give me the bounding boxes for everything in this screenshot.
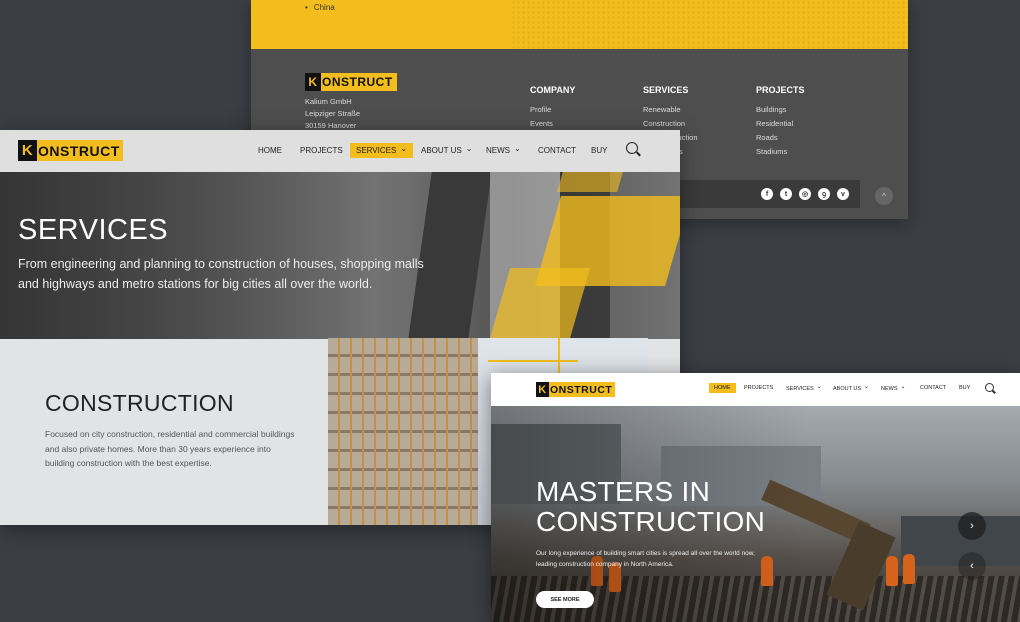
footer-link[interactable]: Residential [756, 117, 805, 131]
nav-contact[interactable]: CONTACT [538, 146, 576, 155]
nav-contact[interactable]: CONTACT [920, 385, 946, 391]
see-more-button[interactable]: SEE MORE [536, 591, 594, 608]
logo-k-icon: K [536, 382, 549, 397]
nav-projects[interactable]: PROJECTS [300, 146, 343, 155]
instagram-icon[interactable]: ◎ [799, 188, 811, 200]
footer-column-company: COMPANY Profile Events [530, 83, 575, 131]
nav-home[interactable]: HOME [709, 383, 736, 393]
nav-buy[interactable]: BUY [591, 146, 607, 155]
footer-link[interactable]: Stadiums [756, 145, 805, 159]
crane [558, 338, 560, 378]
footer-column-projects: PROJECTS Buildings Residential Roads Sta… [756, 83, 805, 159]
yellow-accent-shape [557, 172, 623, 192]
vimeo-icon[interactable]: v [837, 188, 849, 200]
nav-news[interactable]: NEWS [881, 385, 906, 392]
building-scaffold [328, 338, 478, 525]
footer-logo[interactable]: K ONSTRUCT [305, 73, 397, 91]
hero-description: Our long experience of building smart ci… [536, 550, 755, 568]
country-item: China [305, 3, 335, 12]
nav-buy[interactable]: BUY [959, 385, 970, 391]
nav-projects[interactable]: PROJECTS [744, 385, 773, 391]
footer-link[interactable]: Renewable [643, 103, 698, 117]
yellow-banner: China [251, 0, 908, 49]
page-title: SERVICES [18, 214, 169, 246]
footer-link[interactable]: Profile [530, 103, 575, 117]
crane-arm [488, 360, 578, 362]
next-slide-button[interactable]: › [958, 512, 986, 540]
logo-text: ONSTRUCT [550, 383, 613, 396]
hero-title-line: CONSTRUCTION [536, 506, 766, 537]
logo-text: ONSTRUCT [38, 142, 120, 159]
footer-link[interactable]: Events [530, 117, 575, 131]
nav-about-us[interactable]: ABOUT US [833, 385, 869, 392]
nav-about-us[interactable]: ABOUT US [421, 146, 472, 155]
footer-link[interactable]: Construction [643, 117, 698, 131]
footer-heading: PROJECTS [756, 85, 805, 95]
footer-heading: COMPANY [530, 85, 576, 95]
back-to-top-button[interactable]: ^ [875, 187, 893, 205]
address-line: Leipziger Straße [305, 109, 361, 118]
footer-link[interactable]: Buildings [756, 103, 805, 117]
home-window: K ONSTRUCT HOME PROJECTS SERVICES ABOUT … [491, 373, 1020, 622]
logo-k-icon: K [305, 73, 321, 91]
twitter-icon[interactable]: t [780, 188, 792, 200]
search-icon[interactable] [985, 383, 994, 392]
foursquare-icon[interactable]: ꝯ [818, 188, 830, 200]
nav-news[interactable]: NEWS [486, 146, 521, 155]
section-title: CONSTRUCTION [45, 390, 234, 416]
address-line: Kalium GmbH [305, 97, 352, 106]
footer-heading: SERVICES [643, 85, 689, 95]
logo-text: ONSTRUCT [322, 75, 393, 89]
search-icon[interactable] [626, 142, 638, 154]
logo-k-icon: K [18, 140, 37, 161]
nav-services[interactable]: SERVICES [786, 385, 822, 392]
site-logo[interactable]: K ONSTRUCT [536, 382, 616, 397]
hero-description: From engineering and planning to constru… [18, 257, 424, 291]
prev-slide-button[interactable]: ‹ [958, 552, 986, 580]
footer-link[interactable]: Roads [756, 131, 805, 145]
nav-services[interactable]: SERVICES [350, 143, 414, 158]
hero-title-line: MASTERS IN [536, 476, 711, 507]
header-nav: K ONSTRUCT HOME PROJECTS SERVICES ABOUT … [0, 130, 680, 172]
facebook-icon[interactable]: f [761, 188, 773, 200]
section-description: Focused on city construction, residentia… [45, 429, 295, 468]
header-nav: K ONSTRUCT HOME PROJECTS SERVICES ABOUT … [491, 373, 1020, 406]
site-logo[interactable]: K ONSTRUCT [18, 140, 123, 161]
footer-address: Kalium GmbH Leipziger Straße 30159 Hanov… [305, 96, 360, 132]
hero-title: MASTERS IN CONSTRUCTION [536, 477, 765, 537]
world-map-dots [511, 0, 908, 49]
nav-home[interactable]: HOME [258, 146, 282, 155]
